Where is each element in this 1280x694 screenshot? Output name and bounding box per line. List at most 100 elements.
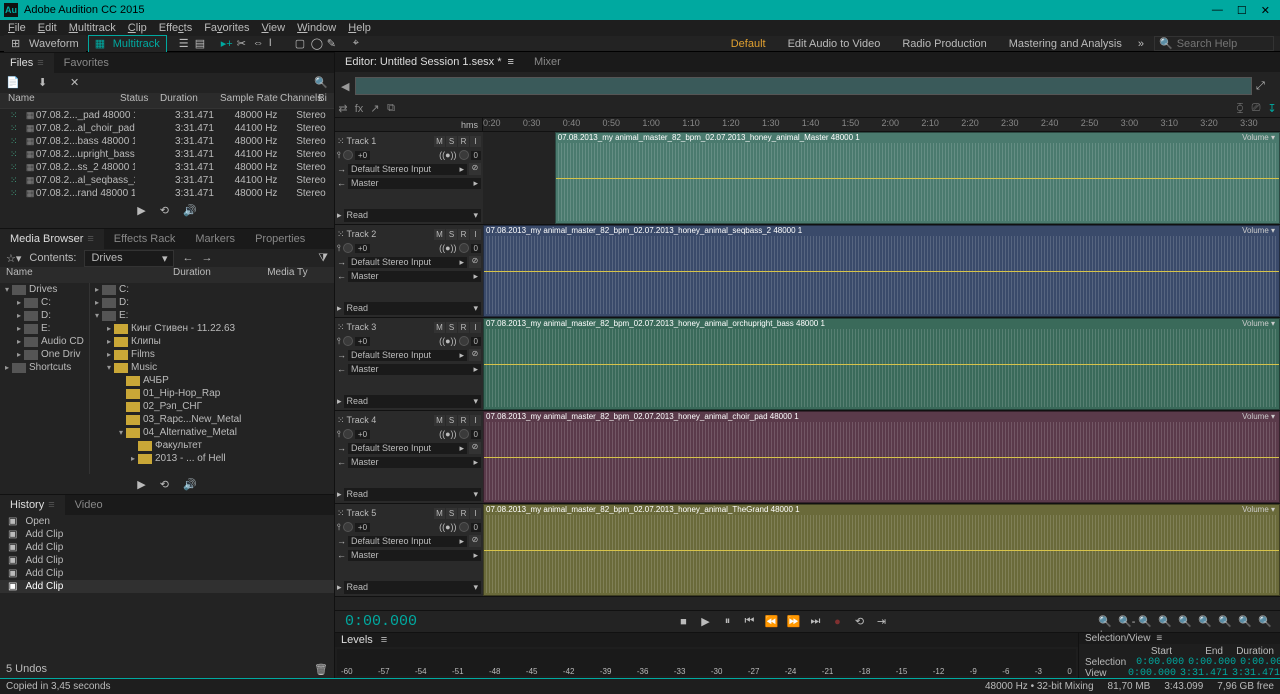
input-dropdown[interactable]: Default Stereo Input▸ [348, 257, 467, 268]
volume-value[interactable]: +0 [355, 337, 370, 346]
open-file-icon[interactable]: 📄 [6, 76, 20, 90]
tree-row[interactable]: ▸Films [90, 348, 334, 361]
pause-button[interactable]: ⏸ [720, 614, 736, 630]
sel-start[interactable]: 0:00.000 [1136, 657, 1178, 668]
send-icon[interactable]: ↗ [367, 101, 383, 117]
tab-history[interactable]: History≡ [0, 495, 65, 515]
fx-slot[interactable]: ⊘ [469, 256, 481, 268]
menu-edit[interactable]: Edit [34, 22, 61, 34]
search-help-field[interactable]: 🔍 [1154, 36, 1274, 51]
clip-lane[interactable]: 07.08.2013_my animal_master_82_bpm_02.07… [483, 411, 1280, 504]
tree-row[interactable]: ▾04_Alternative_Metal [90, 426, 334, 439]
sel-dur[interactable]: 0:00.000 [1240, 657, 1280, 668]
monitor-button[interactable]: I [470, 229, 481, 240]
overview-scrollbar[interactable] [355, 77, 1252, 95]
multitrack-mode-button[interactable]: ▦ Multitrack [88, 35, 167, 53]
file-row[interactable]: ⁙▦07.08.2...upright_bass.wav3:31.4714410… [0, 148, 334, 161]
audio-clip[interactable]: 07.08.2013_my animal_master_82_bpm_02.07… [483, 318, 1280, 410]
pan-value[interactable]: 0 [471, 244, 481, 253]
import-icon[interactable]: ⬇ [38, 76, 52, 90]
track-handle-icon[interactable]: ⁙ [337, 415, 345, 426]
tree-row[interactable]: ▾Music [90, 361, 334, 374]
back-icon[interactable]: ← [182, 252, 193, 264]
input-dropdown[interactable]: Default Stereo Input▸ [348, 164, 467, 175]
automation-mode-dropdown[interactable]: Read▾ [344, 488, 481, 501]
menu-favorites[interactable]: Favorites [200, 22, 253, 34]
tree-row[interactable]: ▸C: [0, 296, 89, 309]
track-name[interactable]: Track 1 [347, 136, 432, 146]
tab-files[interactable]: Files≡ [0, 53, 54, 73]
automation-mode-dropdown[interactable]: Read▾ [344, 302, 481, 315]
contents-dropdown[interactable]: Drives▾ [84, 250, 174, 267]
workspace-default[interactable]: Default [725, 38, 772, 50]
go-start-button[interactable]: ⏮ [742, 614, 758, 630]
file-row[interactable]: ⁙▦07.08.2..._pad 48000 1.wav3:31.4714800… [0, 109, 334, 122]
output-dropdown[interactable]: Master▸ [348, 550, 481, 561]
timecode[interactable]: 0:00.000 [335, 613, 475, 630]
loop-button[interactable]: ⟲ [852, 614, 868, 630]
volume-knob[interactable] [343, 243, 353, 253]
mute-button[interactable]: M [434, 229, 445, 240]
file-row[interactable]: ⁙▦07.08.2...bass 48000 1.wav3:31.4714800… [0, 135, 334, 148]
view-start[interactable]: 0:00.000 [1128, 668, 1170, 679]
tree-row[interactable]: ▸Клипы [90, 335, 334, 348]
fx-slot[interactable]: ⊘ [469, 535, 481, 547]
tab-media-browser[interactable]: Media Browser≡ [0, 229, 104, 249]
menu-clip[interactable]: Clip [124, 22, 151, 34]
audio-clip[interactable]: 07.08.2013_my animal_master_82_bpm_02.07… [555, 132, 1280, 224]
search-input[interactable] [1177, 38, 1257, 50]
fx-slot[interactable]: ⊘ [469, 442, 481, 454]
clip-lane[interactable]: 07.08.2013_my animal_master_82_bpm_02.07… [483, 504, 1280, 597]
workspace-radio[interactable]: Radio Production [896, 38, 992, 50]
record-button[interactable]: ● [830, 614, 846, 630]
history-item[interactable]: ▣Add Clip [0, 541, 334, 554]
volume-knob[interactable] [343, 429, 353, 439]
tab-properties[interactable]: Properties [245, 229, 315, 249]
tree-row[interactable]: ▸Shortcuts [0, 361, 89, 374]
solo-button[interactable]: S [446, 322, 457, 333]
track-name[interactable]: Track 5 [347, 508, 432, 518]
volume-knob[interactable] [343, 336, 353, 346]
monitor-button[interactable]: I [470, 508, 481, 519]
zoom-in-v-icon[interactable]: 🔍 [1178, 615, 1192, 629]
output-dropdown[interactable]: Master▸ [348, 178, 481, 189]
tab-editor[interactable]: Editor: Untitled Session 1.sesx *≡ [335, 52, 524, 72]
menu-help[interactable]: Help [344, 22, 375, 34]
input-dropdown[interactable]: Default Stereo Input▸ [348, 536, 467, 547]
filter-icon[interactable]: 🔍 [314, 76, 328, 90]
tab-video[interactable]: Video [65, 495, 113, 515]
tree-row[interactable]: ▸2013 - ... of Hell [90, 452, 334, 465]
tree-row[interactable]: ▸E: [0, 322, 89, 335]
time-selection-tool-icon[interactable]: I [269, 37, 283, 51]
tree-row[interactable]: ▸C: [90, 283, 334, 296]
tree-row[interactable]: ▾E: [90, 309, 334, 322]
track-handle-icon[interactable]: ⁙ [337, 229, 345, 240]
skip-selection-button[interactable]: ⇥ [874, 614, 890, 630]
mb-loop-icon[interactable]: ⟲ [160, 478, 169, 491]
volume-value[interactable]: +0 [355, 523, 370, 532]
menu-file[interactable]: File [4, 22, 30, 34]
tab-mixer[interactable]: Mixer [524, 52, 571, 72]
heal-tool-icon[interactable]: ⌖ [353, 37, 367, 51]
track-handle-icon[interactable]: ⁙ [337, 322, 345, 333]
audio-clip[interactable]: 07.08.2013_my animal_master_82_bpm_02.07… [483, 411, 1280, 503]
history-item[interactable]: ▣Add Clip [0, 554, 334, 567]
forward-button[interactable]: ⏩ [786, 614, 802, 630]
clip-lane[interactable]: 07.08.2013_my animal_master_82_bpm_02.07… [483, 318, 1280, 411]
output-dropdown[interactable]: Master▸ [348, 271, 481, 282]
automation-mode-dropdown[interactable]: Read▾ [344, 209, 481, 222]
loop-icon[interactable]: ⟲ [160, 204, 169, 217]
tree-row[interactable]: ▸D: [90, 296, 334, 309]
arm-button[interactable]: R [458, 136, 469, 147]
arm-button[interactable]: R [458, 229, 469, 240]
volume-value[interactable]: +0 [355, 430, 370, 439]
volume-value[interactable]: +0 [355, 151, 370, 160]
shortcuts-icon[interactable]: ☆▾ [6, 252, 21, 265]
tab-selview[interactable]: Selection/View [1085, 633, 1150, 644]
stop-button[interactable]: ■ [676, 614, 692, 630]
zoom-full-icon[interactable]: ⤢ [1256, 80, 1274, 93]
history-item[interactable]: ▣Open [0, 515, 334, 528]
overview-left-icon[interactable]: ◀ [341, 80, 351, 93]
mb-play-icon[interactable]: ▶ [137, 478, 145, 491]
playhead-icon[interactable]: ↧ [1264, 101, 1280, 117]
